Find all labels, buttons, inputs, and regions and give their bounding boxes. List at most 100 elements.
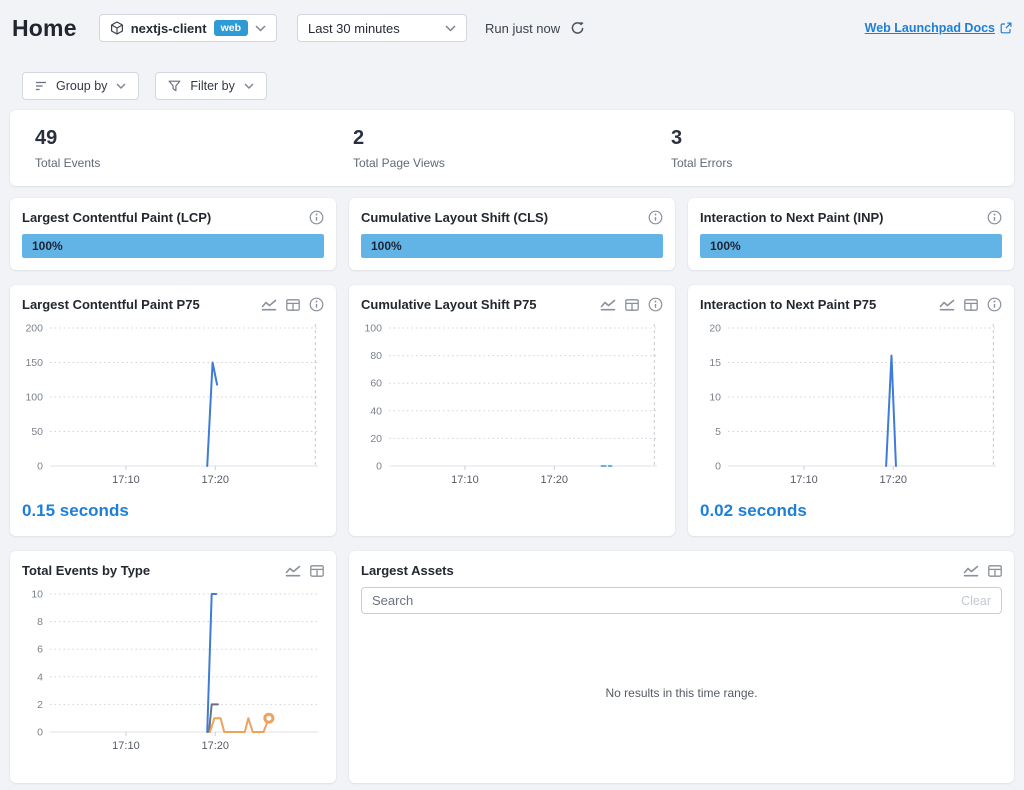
cls-score-label: 100%	[361, 239, 402, 253]
time-range-value: Last 30 minutes	[308, 21, 400, 36]
line-chart-icon[interactable]	[285, 564, 301, 577]
entity-selector[interactable]: nextjs-client web	[99, 14, 277, 42]
assets-search-bar: Clear	[361, 587, 1002, 614]
inp-p75-chart: 0510152017:1017:20	[700, 316, 1002, 496]
card-title: Cumulative Layout Shift (CLS)	[361, 210, 548, 225]
stat-total-errors: 3 Total Errors	[671, 127, 989, 170]
card-title: Interaction to Next Paint P75	[700, 297, 876, 312]
group-by-label: Group by	[56, 79, 107, 93]
svg-text:17:20: 17:20	[880, 474, 908, 486]
stat-value: 3	[671, 127, 989, 150]
table-icon[interactable]	[988, 565, 1002, 577]
chevron-down-icon	[244, 83, 254, 89]
line-chart-icon[interactable]	[963, 564, 979, 577]
stat-total-page-views: 2 Total Page Views	[353, 127, 671, 170]
card-title: Largest Assets	[361, 563, 454, 578]
cls-p75-summary	[361, 501, 663, 521]
lcp-p75-chart-card: Largest Contentful Paint P75 05010015020…	[10, 285, 336, 536]
line-chart-icon[interactable]	[261, 298, 277, 311]
info-icon[interactable]	[648, 210, 663, 225]
stat-label: Total Page Views	[353, 156, 671, 170]
toolbar: Group by Filter by	[22, 72, 1014, 100]
group-by-button[interactable]: Group by	[22, 72, 139, 100]
filter-by-label: Filter by	[190, 79, 234, 93]
info-icon[interactable]	[987, 210, 1002, 225]
cls-p75-chart: 02040608010017:1017:20	[361, 316, 663, 496]
filter-by-button[interactable]: Filter by	[155, 72, 266, 100]
svg-text:10: 10	[709, 392, 721, 404]
stat-label: Total Events	[35, 156, 353, 170]
table-icon[interactable]	[286, 299, 300, 311]
svg-text:0: 0	[715, 461, 721, 473]
svg-text:15: 15	[709, 357, 721, 369]
inp-vital-card: Interaction to Next Paint (INP) 100%	[688, 198, 1014, 270]
info-icon[interactable]	[987, 297, 1002, 312]
filter-icon	[168, 80, 181, 92]
assets-search-clear-button[interactable]: Clear	[961, 594, 991, 608]
card-title: Largest Contentful Paint (LCP)	[22, 210, 211, 225]
svg-text:200: 200	[25, 323, 43, 335]
lcp-score-label: 100%	[22, 239, 63, 253]
entity-name: nextjs-client	[131, 21, 207, 36]
chevron-down-icon	[445, 25, 456, 32]
lcp-p75-chart: 05010015020017:1017:20	[22, 316, 324, 496]
info-icon[interactable]	[648, 297, 663, 312]
lcp-score-bar-fill: 100%	[22, 234, 324, 258]
assets-empty-state: No results in this time range.	[361, 614, 1002, 771]
group-by-icon	[35, 80, 47, 92]
lcp-score-bar: 100%	[22, 234, 324, 258]
inp-p75-chart-card: Interaction to Next Paint P75 0510152017…	[688, 285, 1014, 536]
cls-p75-chart-card: Cumulative Layout Shift P75 020406080100…	[349, 285, 675, 536]
svg-text:10: 10	[31, 589, 43, 601]
cls-score-bar-fill: 100%	[361, 234, 663, 258]
docs-link-text: Web Launchpad Docs	[865, 21, 995, 35]
svg-text:0: 0	[37, 461, 43, 473]
table-icon[interactable]	[310, 565, 324, 577]
svg-text:20: 20	[370, 433, 382, 445]
p75-charts-row: Largest Contentful Paint P75 05010015020…	[10, 285, 1014, 536]
package-icon	[110, 21, 124, 35]
refresh-icon[interactable]	[570, 21, 585, 36]
inp-score-label: 100%	[700, 239, 741, 253]
svg-text:17:20: 17:20	[202, 740, 230, 752]
card-title: Cumulative Layout Shift P75	[361, 297, 537, 312]
card-title: Interaction to Next Paint (INP)	[700, 210, 883, 225]
inp-score-bar: 100%	[700, 234, 1002, 258]
info-icon[interactable]	[309, 297, 324, 312]
stat-value: 2	[353, 127, 671, 150]
svg-text:60: 60	[370, 378, 382, 390]
external-link-icon	[1000, 22, 1012, 34]
svg-text:80: 80	[370, 350, 382, 362]
stat-label: Total Errors	[671, 156, 989, 170]
svg-text:2: 2	[37, 699, 43, 711]
docs-link[interactable]: Web Launchpad Docs	[865, 21, 1012, 35]
line-chart-icon[interactable]	[939, 298, 955, 311]
svg-text:20: 20	[709, 323, 721, 335]
cls-vital-card: Cumulative Layout Shift (CLS) 100%	[349, 198, 675, 270]
cls-score-bar: 100%	[361, 234, 663, 258]
svg-text:4: 4	[37, 671, 43, 683]
svg-text:0: 0	[376, 461, 382, 473]
card-title: Largest Contentful Paint P75	[22, 297, 200, 312]
lcp-vital-card: Largest Contentful Paint (LCP) 100%	[10, 198, 336, 270]
run-status-text: Run just now	[485, 21, 560, 36]
page-header: Home nextjs-client web Last 30 minutes R…	[12, 14, 1012, 42]
assets-search-input[interactable]	[372, 593, 961, 608]
svg-text:6: 6	[37, 644, 43, 656]
svg-text:150: 150	[25, 357, 43, 369]
stat-total-events: 49 Total Events	[35, 127, 353, 170]
events-by-type-card: Total Events by Type 024681017:1017:20	[10, 551, 336, 783]
page-title: Home	[12, 15, 77, 42]
stat-value: 49	[35, 127, 353, 150]
events-by-type-chart: 024681017:1017:20	[22, 582, 324, 762]
line-chart-icon[interactable]	[600, 298, 616, 311]
svg-text:40: 40	[370, 405, 382, 417]
svg-text:8: 8	[37, 616, 43, 628]
time-range-selector[interactable]: Last 30 minutes	[297, 14, 467, 42]
svg-text:17:20: 17:20	[202, 474, 230, 486]
card-title: Total Events by Type	[22, 563, 150, 578]
table-icon[interactable]	[964, 299, 978, 311]
table-icon[interactable]	[625, 299, 639, 311]
info-icon[interactable]	[309, 210, 324, 225]
svg-text:17:20: 17:20	[541, 474, 569, 486]
